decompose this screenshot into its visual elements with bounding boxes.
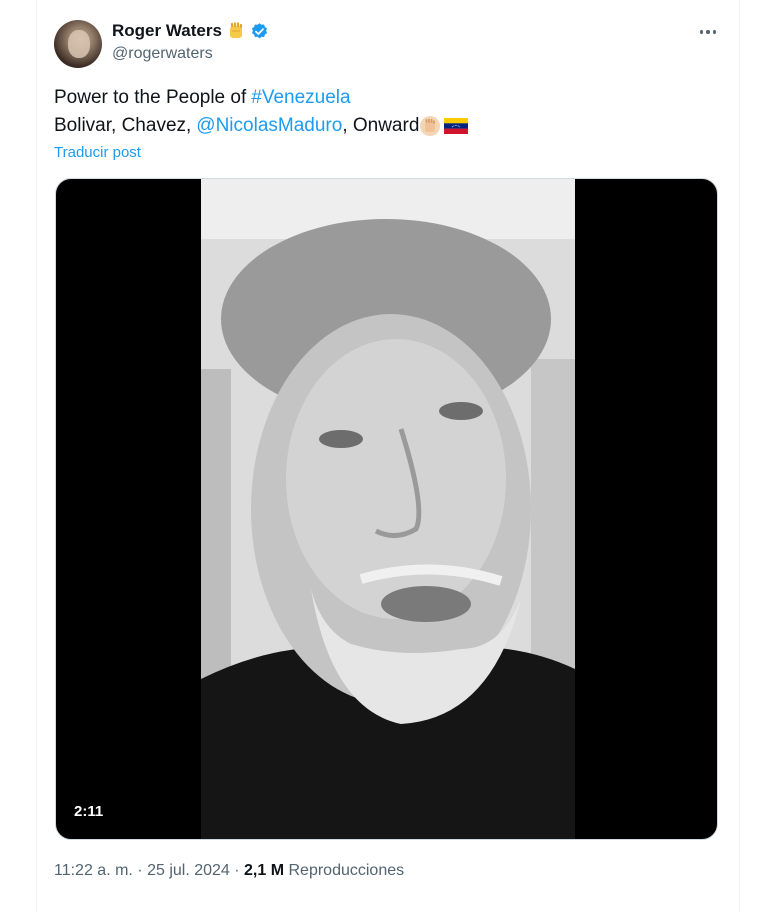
- meta-separator: ·: [132, 862, 148, 879]
- post-text: , Onward: [342, 115, 420, 136]
- post-meta: 11:22 a. m. · 25 jul. 2024 · 2,1 M Repro…: [54, 862, 404, 880]
- post-text: Power to the People of: [54, 87, 247, 108]
- raised-fist-icon: [229, 22, 243, 38]
- hashtag-link[interactable]: #Venezuela: [251, 86, 350, 110]
- post-time[interactable]: 11:22 a. m.: [54, 862, 133, 879]
- video-duration: 2:11: [74, 803, 104, 820]
- views-count: 2,1 M: [244, 862, 285, 879]
- video-person-illustration: [201, 179, 575, 839]
- post-text: Bolivar, Chavez,: [54, 115, 192, 136]
- author-handle[interactable]: @rogerwaters: [112, 45, 213, 63]
- post-text-line-1: Power to the People of #Venezuela: [54, 86, 351, 110]
- post-date[interactable]: 25 jul. 2024: [147, 862, 230, 879]
- author-name-row: Roger Waters: [112, 21, 269, 41]
- venezuela-flag-icon: [444, 118, 469, 134]
- more-options-icon[interactable]: [694, 22, 722, 42]
- views-label: Reproducciones: [288, 862, 405, 879]
- avatar[interactable]: [54, 20, 102, 68]
- avatar-face: [68, 30, 90, 58]
- mention-link[interactable]: @NicolasMaduro: [196, 114, 342, 138]
- translate-post-link[interactable]: Traducir post: [54, 144, 141, 161]
- raised-fist-icon: [420, 116, 441, 136]
- video-frame[interactable]: [201, 179, 575, 839]
- video-player[interactable]: 2:11: [55, 178, 718, 840]
- meta-separator: ·: [229, 862, 245, 879]
- verified-badge-icon[interactable]: [250, 22, 269, 41]
- author-name[interactable]: Roger Waters: [112, 21, 222, 41]
- post-text-line-2: Bolivar, Chavez, @NicolasMaduro , Onward: [54, 114, 469, 138]
